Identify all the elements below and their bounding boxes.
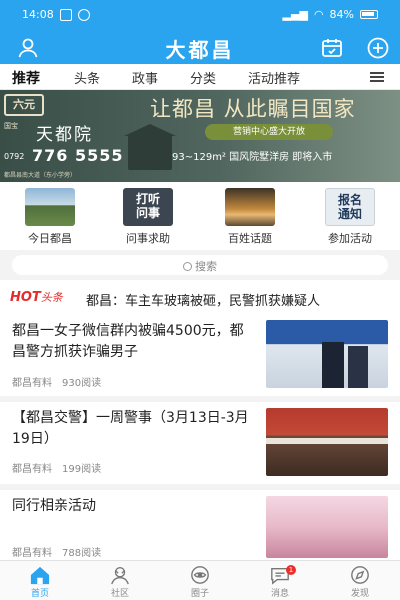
compass-icon — [351, 566, 369, 584]
hot-tag: HOT头条 — [10, 290, 63, 305]
nav-messages-label: 消息 — [270, 589, 289, 599]
quick-inquiry-label: 问事求助 — [126, 232, 170, 245]
inquiry-image: 打听 问事 — [123, 188, 173, 226]
search-icon — [183, 262, 192, 271]
news-reads: 199阅读 — [62, 464, 102, 475]
news-meta: 都昌有料 788阅读 — [12, 544, 101, 559]
nav-circle-label: 圈子 — [190, 589, 209, 599]
search-input[interactable]: 搜索 — [12, 255, 388, 275]
quick-event-label: 参加活动 — [328, 232, 372, 245]
news-meta: 都昌有料 199阅读 — [12, 460, 101, 475]
notification-icon — [59, 8, 72, 21]
ad-banner[interactable]: 六元 国宝 天都院 0792 776 5555 都昌县南大道（东小学旁） 让都昌… — [0, 90, 400, 182]
nav-messages[interactable]: 1 消息 — [240, 565, 320, 600]
news-thumbnail — [266, 408, 388, 476]
banner-brand: 天都院 — [36, 125, 93, 145]
banner-info: 93~129m² 国风院墅洋房 即将入市 — [172, 152, 333, 163]
today-image — [25, 188, 75, 226]
banner-logo: 六元 — [4, 94, 44, 116]
tab-categories[interactable]: 分类 — [190, 68, 216, 87]
plus-icon[interactable] — [366, 36, 390, 60]
news-title: 【都昌交警】一周警事（3月13日-3月19日） — [12, 410, 249, 447]
home-icon — [30, 566, 50, 585]
category-tabs: 推荐 头条 政事 分类 活动推荐 — [0, 64, 400, 93]
hot-text: 都昌：车主车玻璃被砸，民警抓获嫌疑人 — [86, 294, 321, 309]
tab-recommend[interactable]: 推荐 — [12, 68, 40, 93]
tab-events[interactable]: 活动推荐 — [248, 68, 300, 87]
quick-topic[interactable]: 百姓话题 — [210, 188, 290, 246]
search-placeholder: 搜索 — [195, 260, 217, 273]
news-source: 都昌有料 — [12, 378, 52, 389]
news-thumbnail — [266, 320, 388, 388]
topic-image — [225, 188, 275, 226]
news-title: 同行相亲活动 — [12, 498, 96, 514]
battery-icon — [360, 10, 378, 19]
quick-event[interactable]: 报名 通知 参加活动 — [310, 188, 390, 246]
news-source: 都昌有料 — [12, 464, 52, 475]
app-header: 大都昌 — [0, 32, 400, 64]
tab-politics[interactable]: 政事 — [132, 68, 158, 87]
news-title: 都昌一女子微信群内被骗4500元，都昌警方抓获诈骗男子 — [12, 323, 244, 360]
wifi-icon: ◠ — [313, 8, 324, 21]
nav-community[interactable]: 社区 — [80, 565, 160, 600]
news-reads: 930阅读 — [62, 378, 102, 389]
status-time: 14:08 — [22, 8, 54, 21]
banner-phone-code: 0792 — [4, 152, 25, 161]
nav-discover[interactable]: 发现 — [320, 565, 400, 600]
nav-circle[interactable]: 圈子 — [160, 565, 240, 600]
news-item[interactable]: 【都昌交警】一周警事（3月13日-3月19日） 都昌有料 199阅读 — [0, 402, 400, 490]
banner-phone: 776 5555 — [32, 146, 124, 165]
nav-community-label: 社区 — [110, 589, 129, 599]
banner-slogan: 让都昌 从此瞩目国家 — [150, 97, 356, 121]
circle-icon — [191, 566, 209, 584]
quick-today-label: 今日都昌 — [28, 232, 72, 245]
quick-nav: 今日都昌 打听 问事 问事求助 百姓话题 报名 通知 参加活动 — [0, 182, 400, 250]
nav-home[interactable]: 首页 — [0, 565, 80, 600]
search-area: 搜索 — [0, 250, 400, 280]
banner-open-badge: 营销中心盛大开放 — [205, 124, 333, 140]
news-item[interactable]: 同行相亲活动 都昌有料 788阅读 — [0, 490, 400, 560]
banner-brand-small: 国宝 — [4, 122, 18, 130]
nav-discover-label: 发现 — [350, 589, 369, 599]
signal-icon: ▂▄▆ — [282, 8, 308, 21]
calendar-icon[interactable] — [320, 36, 344, 60]
quick-inquiry[interactable]: 打听 问事 问事求助 — [108, 188, 188, 246]
community-icon — [111, 567, 129, 585]
menu-icon[interactable] — [370, 72, 384, 82]
tab-headlines[interactable]: 头条 — [74, 68, 100, 87]
news-reads: 788阅读 — [62, 548, 102, 559]
bottom-nav: 首页 社区 圈子 1 消息 发现 — [0, 560, 400, 600]
hot-ticker[interactable]: HOT头条 都昌：车主车玻璃被砸，民警抓获嫌疑人 — [0, 284, 400, 310]
news-item[interactable]: 都昌一女子微信群内被骗4500元，都昌警方抓获诈骗男子 都昌有料 930阅读 — [0, 312, 400, 402]
quick-topic-label: 百姓话题 — [228, 232, 272, 245]
house-image — [124, 124, 176, 170]
check-icon — [77, 8, 90, 21]
event-image: 报名 通知 — [325, 188, 375, 226]
news-source: 都昌有料 — [12, 548, 52, 559]
battery-level: 84% — [329, 8, 354, 21]
banner-address: 都昌县南大道（东小学旁） — [4, 172, 77, 179]
news-thumbnail — [266, 496, 388, 558]
quick-today[interactable]: 今日都昌 — [10, 188, 90, 246]
status-bar: 14:08 ▂▄▆ ◠ 84% — [0, 0, 400, 32]
nav-home-label: 首页 — [30, 589, 49, 599]
message-badge: 1 — [286, 565, 296, 575]
news-meta: 都昌有料 930阅读 — [12, 374, 101, 389]
